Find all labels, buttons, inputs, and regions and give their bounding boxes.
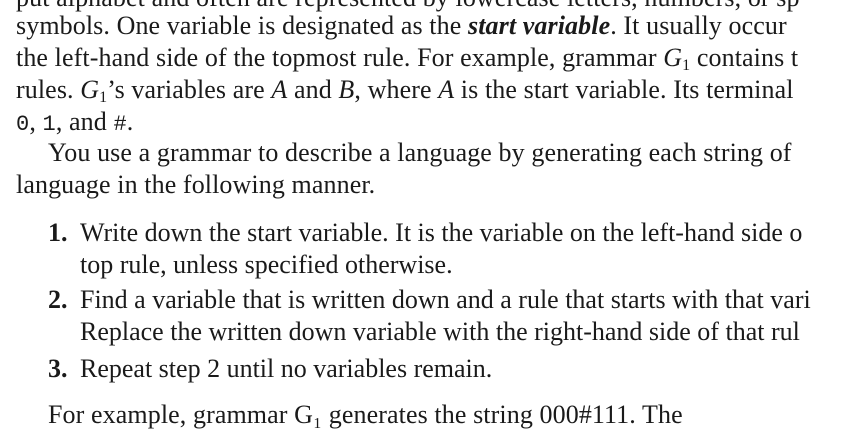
defined-term: start variable [467,11,611,40]
text-run: . It usually occur [610,11,787,40]
text-run: , where [354,75,439,104]
text-run: symbols. One variable is designated as t… [16,11,468,40]
text-run: and [287,75,339,104]
variable-symbol: A [271,75,288,104]
step-text: top rule, unless specified otherwise. [80,250,453,279]
text-run: , and [55,107,114,136]
text-line: You use a grammar to describe a language… [48,138,792,167]
text-line: language in the following manner. [16,170,376,199]
text-line: 0, 1, and #. [16,106,133,141]
text-line: rules. G1’s variables are A and B, where… [16,74,794,106]
text-line: the left-hand side of the topmost rule. … [16,42,798,74]
text-run: the left-hand side of the topmost rule. … [16,43,664,72]
text-run: contains t [690,43,799,72]
text-run: rules. [16,75,81,104]
step-number: 2. [48,285,68,314]
grammar-symbol: G [80,75,100,104]
terminal-symbol: 0 [16,112,30,137]
terminal-symbol: # [113,112,127,137]
variable-symbol: A [438,75,455,104]
variable-symbol: B [338,75,355,104]
text-line: For example, grammar G₁ generates the st… [48,400,683,429]
text-line: symbols. One variable is designated as t… [16,10,787,42]
step-text: Find a variable that is written down and… [80,285,811,314]
step-text: Replace the written down variable with t… [80,317,800,346]
text-run: . [126,107,134,136]
step-text: Repeat step 2 until no variables remain. [80,354,493,383]
text-run: , [29,107,43,136]
step-number: 3. [48,354,68,383]
text-run: ’s variables are [107,75,272,104]
text-run: is the start variable. Its terminal [454,75,794,104]
grammar-symbol: G [663,43,683,72]
terminal-symbol: 1 [42,112,56,137]
step-number: 1. [48,218,68,247]
step-text: Write down the start variable. It is the… [80,218,803,247]
